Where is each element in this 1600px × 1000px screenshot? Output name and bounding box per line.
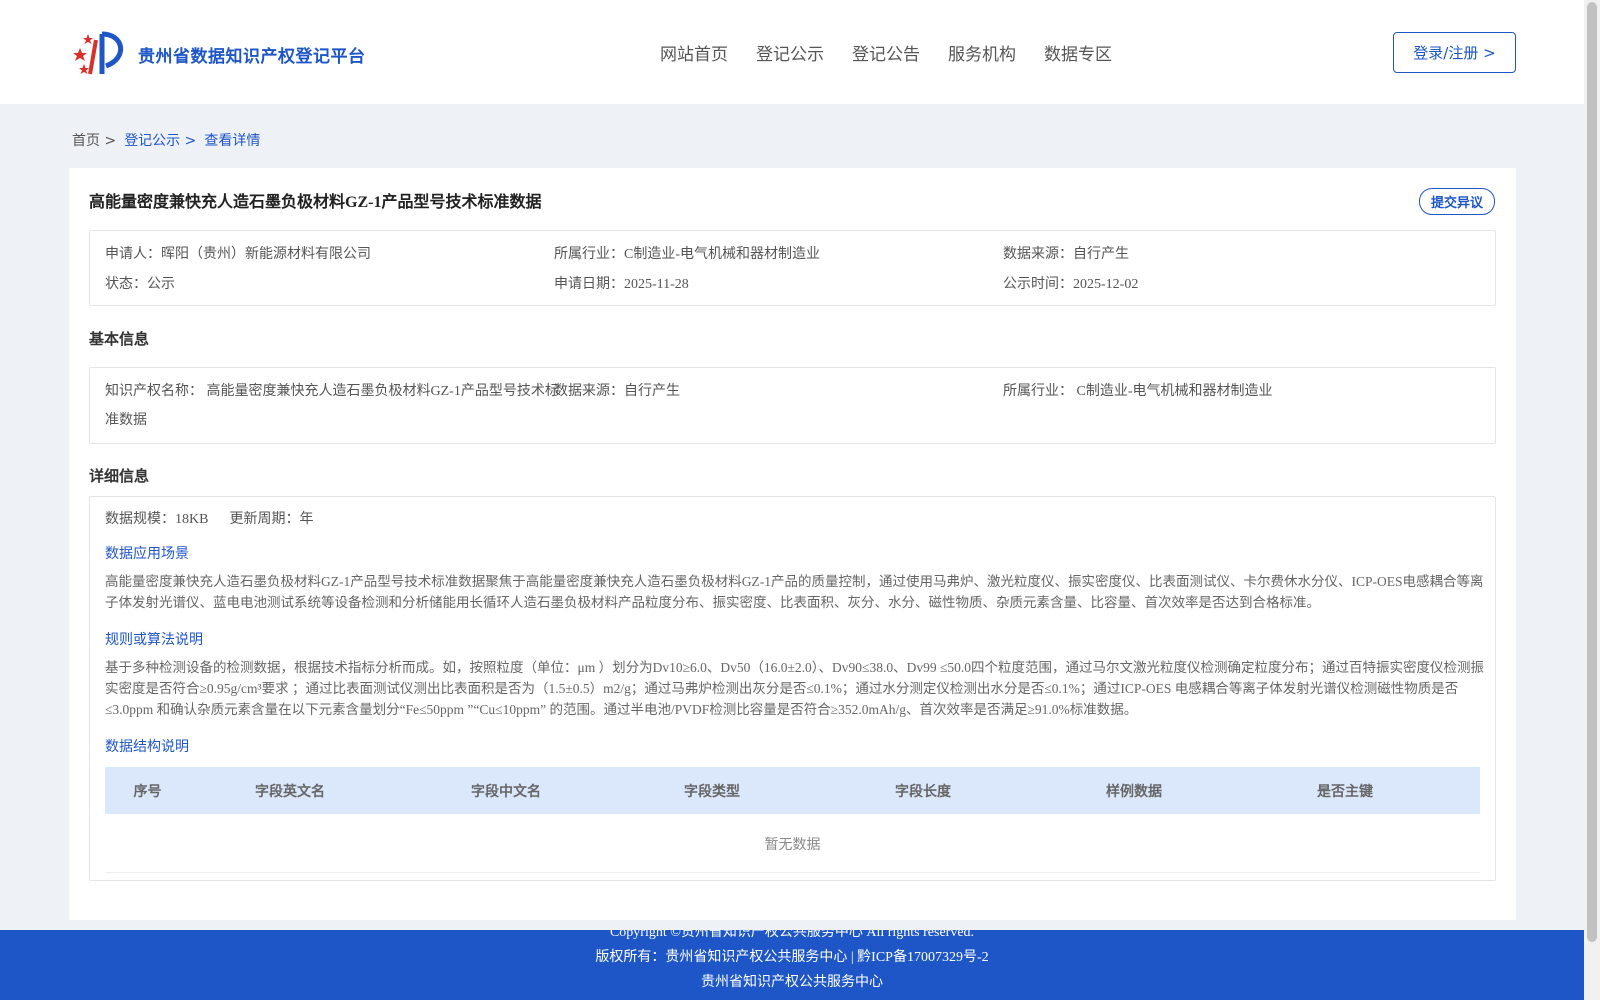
- detail-info-heading: 详细信息: [89, 467, 150, 485]
- status-value: 公示: [147, 277, 175, 292]
- apply-date-value: 2025-11-28: [624, 277, 689, 292]
- detail-info-box: 数据规模：18KB 更新周期：年 数据应用场景 高能量密度兼快充人造石墨负极材料…: [89, 496, 1496, 881]
- apply-date-field: 申请日期：2025-11-28: [554, 273, 689, 293]
- site-title[interactable]: 贵州省数据知识产权登记平台: [138, 42, 366, 67]
- nav-item-service-agencies[interactable]: 服务机构: [948, 40, 1016, 65]
- nav-item-data-zone[interactable]: 数据专区: [1044, 40, 1112, 65]
- industry-value: C制造业-电气机械和器材制造业: [624, 247, 820, 262]
- column-header-english-name: 字段英文名: [255, 783, 325, 800]
- page-title: 高能量密度兼快充人造石墨负极材料GZ-1产品型号技术标准数据: [89, 194, 542, 211]
- structure-table-header: 序号 字段英文名 字段中文名 字段类型 字段长度 样例数据 是否主键: [105, 767, 1480, 814]
- apply-date-label: 申请日期：: [554, 276, 624, 292]
- submit-objection-button[interactable]: 提交异议: [1419, 188, 1495, 215]
- breadcrumb-list[interactable]: 登记公示 >: [124, 130, 196, 150]
- nav-item-home[interactable]: 网站首页: [660, 40, 728, 65]
- ip-name-label: 知识产权名称：: [105, 383, 203, 399]
- industry-field: 所属行业：C制造业-电气机械和器材制造业: [554, 243, 820, 263]
- basic-source-field: 数据来源：自行产生: [554, 380, 680, 400]
- empty-table-message: 暂无数据: [105, 815, 1480, 873]
- basic-industry-field: 所属行业： C制造业-电气机械和器材制造业: [1003, 380, 1273, 400]
- applicant-field: 申请人：晖阳（贵州）新能源材料有限公司: [105, 243, 371, 263]
- summary-box: 申请人：晖阳（贵州）新能源材料有限公司 所属行业：C制造业-电气机械和器材制造业…: [89, 230, 1496, 306]
- scale-label: 数据规模：: [105, 511, 175, 527]
- scenario-text: 高能量密度兼快充人造石墨负极材料GZ-1产品型号技术标准数据聚焦于高能量密度兼快…: [105, 574, 1484, 610]
- column-header-primary-key: 是否主键: [1317, 783, 1373, 800]
- industry-label: 所属行业：: [554, 246, 624, 262]
- scrollbar-thumb[interactable]: [1587, 2, 1597, 942]
- footer-org: 贵州省知识产权公共服务中心: [701, 975, 883, 990]
- login-register-button[interactable]: 登录/注册 >: [1393, 32, 1516, 73]
- scale-value: 18KB: [175, 512, 209, 527]
- ip-name-continued: 准数据: [105, 409, 147, 429]
- breadcrumb: 首页 > 登记公示 > 查看详情: [72, 130, 260, 150]
- cycle-value: 年: [299, 512, 314, 527]
- scenario-title: 数据应用场景: [105, 546, 189, 562]
- nav-item-registration-announcement[interactable]: 登记公告: [852, 40, 920, 65]
- cycle-label: 更新周期：: [229, 511, 300, 527]
- scale-cycle-row: 数据规模：18KB 更新周期：年: [105, 508, 313, 528]
- column-header-index: 序号: [133, 783, 162, 800]
- source-label: 数据来源：: [1003, 246, 1073, 262]
- applicant-label: 申请人：: [105, 246, 161, 262]
- column-header-type: 字段类型: [684, 783, 740, 800]
- page-scrollbar[interactable]: [1584, 0, 1600, 1000]
- column-header-chinese-name: 字段中文名: [471, 783, 541, 800]
- nav-item-registration-publicity[interactable]: 登记公示: [756, 40, 824, 65]
- breadcrumb-home[interactable]: 首页 >: [72, 130, 116, 150]
- rules-title: 规则或算法说明: [105, 632, 203, 648]
- detail-card: 高能量密度兼快充人造石墨负极材料GZ-1产品型号技术标准数据 提交异议 申请人：…: [69, 168, 1516, 920]
- footer-owner: 版权所有：贵州省知识产权公共服务中心 | 黔ICP备17007329号-2: [595, 950, 989, 965]
- source-field: 数据来源：自行产生: [1003, 243, 1129, 263]
- column-header-sample: 样例数据: [1106, 783, 1162, 800]
- basic-source-value: 自行产生: [624, 384, 680, 399]
- status-label: 状态：: [105, 276, 147, 292]
- status-field: 状态：公示: [105, 273, 175, 293]
- main-nav: 网站首页 登记公示 登记公告 服务机构 数据专区: [660, 40, 1112, 65]
- top-bar: 贵州省数据知识产权登记平台 网站首页 登记公示 登记公告 服务机构 数据专区 登…: [0, 0, 1584, 104]
- basic-source-label: 数据来源：: [554, 383, 624, 399]
- footer: Copyright ©贵州省知识产权公共服务中心 All rights rese…: [0, 930, 1584, 1000]
- column-header-length: 字段长度: [895, 783, 951, 800]
- basic-industry-value: C制造业-电气机械和器材制造业: [1076, 384, 1273, 399]
- platform-logo-icon[interactable]: [72, 28, 130, 78]
- basic-info-heading: 基本信息: [89, 330, 150, 348]
- ip-name-value-line1: 高能量密度兼快充人造石墨负极材料GZ-1产品型号技术标: [206, 384, 559, 399]
- source-value: 自行产生: [1073, 247, 1129, 262]
- structure-title: 数据结构说明: [105, 739, 189, 755]
- ip-name-value-line2: 准数据: [105, 413, 147, 428]
- ip-name-field: 知识产权名称： 高能量密度兼快充人造石墨负极材料GZ-1产品型号技术标: [105, 380, 559, 400]
- basic-industry-label: 所属行业：: [1003, 383, 1073, 399]
- publish-date-value: 2025-12-02: [1073, 277, 1139, 292]
- applicant-value: 晖阳（贵州）新能源材料有限公司: [161, 247, 371, 262]
- breadcrumb-current: 查看详情: [204, 133, 261, 149]
- footer-copyright: Copyright ©贵州省知识产权公共服务中心 All rights rese…: [609, 930, 975, 940]
- publish-date-field: 公示时间：2025-12-02: [1003, 273, 1138, 293]
- rules-text: 基于多种检测设备的检测数据，根据技术指标分析而成。如，按照粒度（单位：μm ）划…: [105, 660, 1484, 717]
- publish-date-label: 公示时间：: [1003, 276, 1073, 292]
- basic-info-box: 知识产权名称： 高能量密度兼快充人造石墨负极材料GZ-1产品型号技术标 准数据 …: [89, 367, 1496, 444]
